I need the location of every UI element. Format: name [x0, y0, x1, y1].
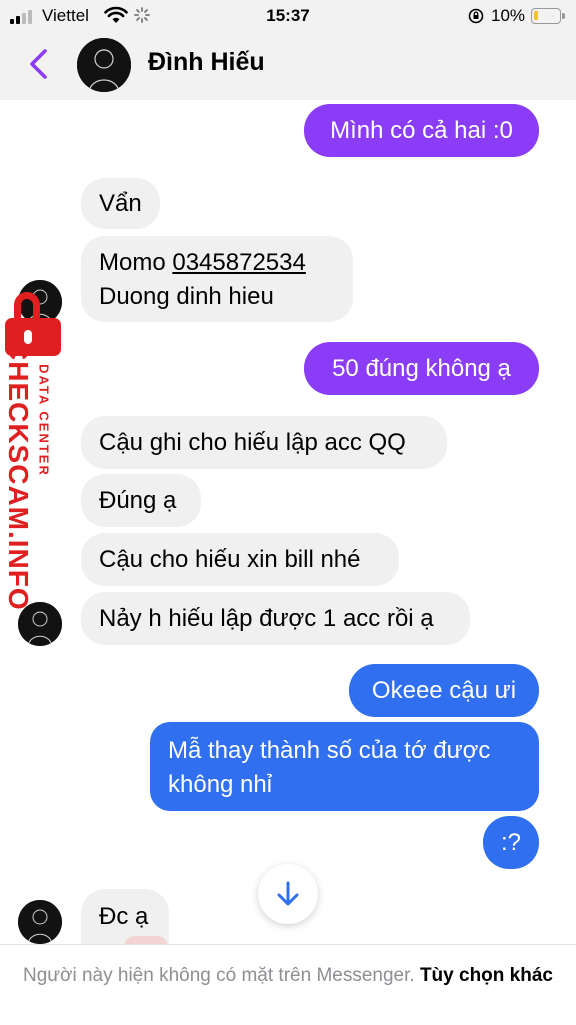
message-incoming[interactable]: Vẩn [81, 178, 160, 229]
phone-number-link[interactable]: 0345872534 [172, 249, 305, 276]
message-text: không nhỉ [168, 771, 273, 798]
message-text: Momo [99, 249, 173, 276]
message-incoming[interactable]: Nảy h hiếu lập được 1 acc rồi ạ [81, 592, 470, 645]
battery-percent: 10% [491, 6, 526, 25]
notice-text: Người này hiện không có mặt trên Messeng… [23, 965, 415, 986]
message-text: Mẫ thay thành số của tớ được [168, 737, 491, 764]
message-incoming[interactable]: Momo 0345872534 Duong dinh hieu [81, 236, 353, 322]
watermark-subtext: DATA CENTER [36, 364, 52, 477]
message-outgoing[interactable]: Mẫ thay thành số của tớ được không nhỉ [150, 722, 539, 811]
message-incoming[interactable]: Đúng ạ [81, 474, 201, 527]
message-outgoing[interactable]: Mình có cả hai :0 [304, 104, 539, 157]
status-time: 15:37 [266, 6, 310, 25]
message-text: Duong dinh hieu [99, 283, 274, 310]
unavailable-notice-bar: Người này hiện không có mặt trên Messeng… [0, 944, 576, 1025]
status-bar: Viettel 15:37 10% [0, 0, 576, 34]
message-outgoing[interactable]: Okeee cậu ưi [349, 664, 539, 717]
chat-header: Viettel 15:37 10% Đình Hiếu [0, 0, 576, 100]
scroll-to-bottom-button[interactable] [258, 864, 318, 924]
arrow-down-icon [277, 881, 299, 906]
message-incoming[interactable]: Cậu ghi cho hiếu lập acc QQ [81, 416, 447, 469]
message-incoming[interactable]: Cậu cho hiếu xin bill nhé [81, 533, 399, 586]
watermark-text: CHECKSCAM.INFO [3, 340, 34, 611]
unavailable-notice: Người này hiện không có mặt trên Messeng… [20, 963, 556, 988]
sender-avatar[interactable] [18, 900, 62, 944]
back-arrow-icon[interactable] [24, 44, 54, 84]
message-outgoing[interactable]: 50 đúng không ạ [304, 342, 539, 395]
contact-name[interactable]: Đình Hiếu [148, 48, 265, 77]
message-outgoing[interactable]: :? [483, 816, 539, 869]
more-options-link[interactable]: Tùy chọn khác [420, 965, 553, 986]
battery-icon [531, 8, 565, 24]
contact-avatar[interactable] [77, 38, 131, 92]
orientation-lock-icon [468, 8, 484, 24]
